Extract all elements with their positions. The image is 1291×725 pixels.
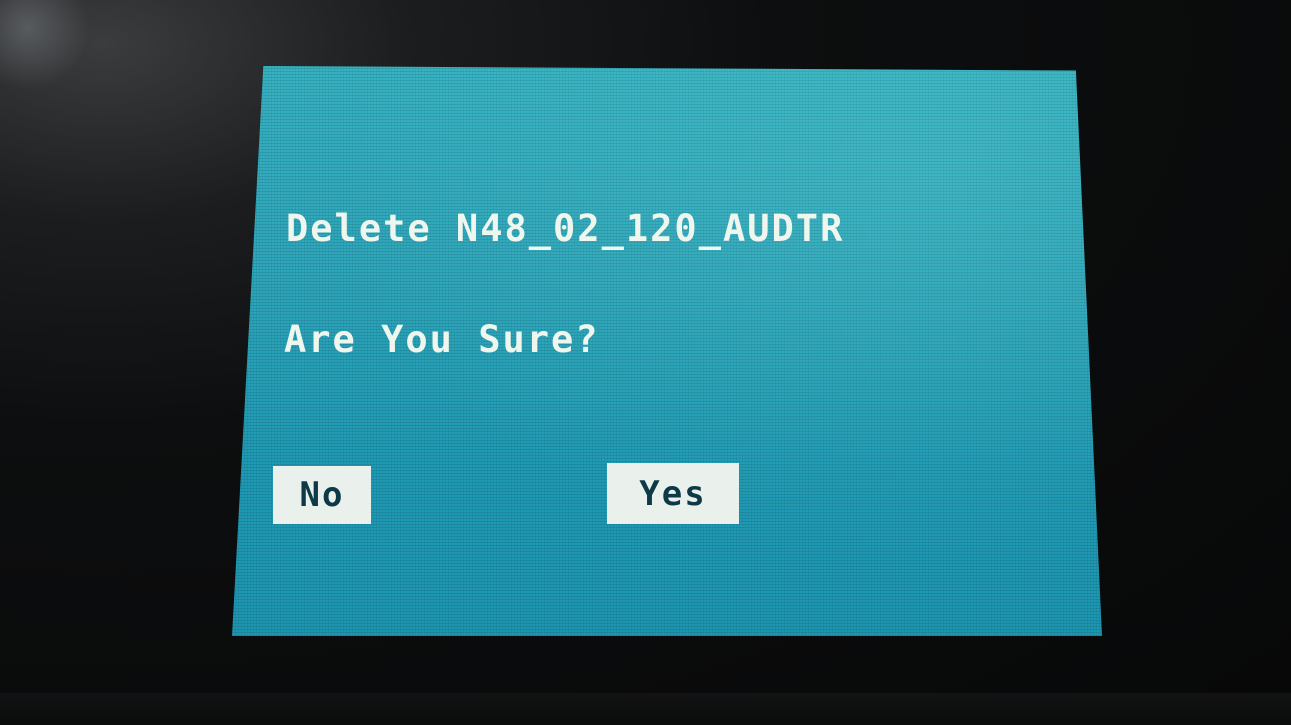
confirm-question: Are You Sure?	[284, 318, 600, 361]
no-button[interactable]: No	[273, 466, 371, 524]
delete-message: Delete N48_02_120_AUDTR	[286, 207, 845, 250]
device-knob	[0, 0, 90, 90]
yes-button[interactable]: Yes	[607, 463, 739, 524]
device-bezel	[0, 693, 1291, 725]
